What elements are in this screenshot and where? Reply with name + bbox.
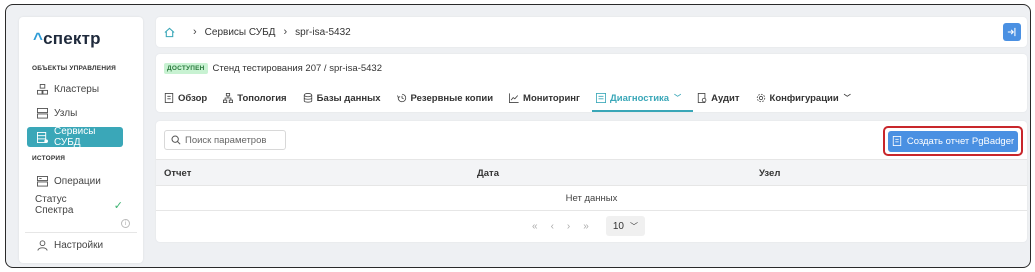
chart-icon: [509, 93, 519, 103]
sidebar-divider: [25, 232, 137, 233]
sidebar-item-settings[interactable]: Настройки: [27, 235, 123, 255]
button-label: Создать отчет PgBadger: [906, 135, 1015, 147]
tab-label: Топология: [237, 92, 287, 104]
sidebar-item-operations[interactable]: Операции: [27, 171, 123, 191]
sidebar-item-label: Настройки: [54, 239, 104, 251]
service-header: ДОСТУПЕН Стенд тестирования 207 / spr-is…: [156, 54, 1027, 112]
cluster-icon: [37, 83, 48, 95]
sidebar: ^спектр ОБЪЕКТЫ УПРАВЛЕНИЯ Кластеры Узлы…: [19, 17, 143, 263]
chevron-down-icon: ﹀: [674, 95, 682, 102]
sidebar-item-nodes[interactable]: Узлы: [27, 103, 123, 123]
user-icon: [37, 239, 48, 251]
prev-page-button[interactable]: ‹: [551, 221, 554, 232]
search-field[interactable]: [164, 130, 286, 150]
app-window: ^спектр ОБЪЕКТЫ УПРАВЛЕНИЯ Кластеры Узлы…: [5, 4, 1031, 268]
info-icon[interactable]: i: [121, 219, 130, 228]
section-history-heading: ИСТОРИЯ: [32, 155, 66, 162]
document-icon: [164, 93, 174, 103]
app-logo[interactable]: ^спектр: [33, 29, 101, 49]
sidebar-item-label: Узлы: [54, 107, 78, 119]
page-size-select[interactable]: 10 ﹀: [605, 216, 645, 236]
tab-diagnostics[interactable]: Диагностика ﹀: [591, 87, 694, 112]
sidebar-item-dbms-services[interactable]: Сервисы СУБД: [27, 126, 123, 148]
tab-topology[interactable]: Топология: [223, 87, 294, 109]
sidebar-item-spectr-status[interactable]: Статус Спектра ✓: [27, 194, 123, 216]
tab-label: Мониторинг: [523, 92, 580, 104]
pagination: « ‹ › » 10 ﹀: [532, 216, 645, 236]
chevron-right-icon: ›: [193, 26, 197, 38]
column-header-date[interactable]: Дата: [477, 168, 499, 179]
table-header: Отчет Дата Узел: [156, 159, 1027, 186]
tab-backups[interactable]: Резервные копии: [396, 87, 502, 109]
highlight-frame: Создать отчет PgBadger: [883, 126, 1023, 156]
section-objects-heading: ОБЪЕКТЫ УПРАВЛЕНИЯ: [32, 65, 116, 72]
tab-label: Базы данных: [316, 92, 381, 104]
first-page-button[interactable]: «: [532, 221, 538, 232]
check-icon: ✓: [113, 199, 123, 212]
tab-label: Резервные копии: [410, 92, 494, 104]
chevron-right-icon: ›: [283, 26, 288, 38]
last-page-button[interactable]: »: [583, 221, 589, 232]
chevron-down-icon: ﹀: [629, 221, 638, 231]
sidebar-item-clusters[interactable]: Кластеры: [27, 79, 123, 99]
breadcrumb-item[interactable]: Сервисы СУБД: [205, 27, 276, 38]
chevron-down-icon: ﹀: [843, 95, 851, 102]
tab-configurations[interactable]: Конфигурации ﹀: [756, 87, 859, 109]
gear-icon: [756, 93, 765, 103]
sidebar-item-label: Сервисы СУБД: [54, 126, 96, 148]
database-icon: [37, 131, 48, 143]
logout-button[interactable]: [1003, 23, 1021, 41]
tab-label: Конфигурации: [769, 92, 839, 104]
tab-monitoring[interactable]: Мониторинг: [509, 87, 588, 109]
sidebar-item-label: Кластеры: [54, 83, 99, 95]
tab-label: Диагностика: [610, 92, 670, 104]
topology-icon: [223, 93, 234, 103]
breadcrumb-item-current: spr-isa-5432: [295, 26, 351, 38]
tab-bar: Обзор Топология Базы данных Резервные ко…: [164, 87, 867, 112]
sidebar-item-label: Статус Спектра: [35, 194, 74, 216]
column-header-report[interactable]: Отчет: [164, 168, 191, 179]
home-icon[interactable]: [164, 27, 175, 38]
page-title: Стенд тестирования 207 / spr-isa-5432: [212, 63, 382, 74]
tab-overview[interactable]: Обзор: [164, 87, 215, 109]
sidebar-item-label: Операции: [54, 175, 101, 187]
empty-state: Нет данных: [156, 186, 1027, 211]
diagnostics-icon: [596, 93, 606, 103]
server-icon: [37, 107, 48, 119]
logout-icon: [1007, 27, 1016, 37]
tab-audit[interactable]: Аудит: [697, 87, 747, 109]
database-icon: [303, 93, 312, 103]
next-page-button[interactable]: ›: [567, 221, 570, 232]
breadcrumb: › Сервисы СУБД › spr-isa-5432: [156, 17, 1027, 47]
audit-icon: [697, 93, 707, 103]
document-icon: [892, 136, 901, 146]
operations-icon: [37, 175, 48, 187]
tab-label: Обзор: [178, 92, 208, 104]
status-badge: ДОСТУПЕН: [164, 63, 208, 74]
backup-icon: [396, 93, 406, 103]
search-input[interactable]: [185, 134, 281, 146]
reports-panel: Создать отчет PgBadger Отчет Дата Узел Н…: [156, 121, 1027, 242]
tab-label: Аудит: [711, 92, 740, 104]
create-pgbadger-report-button[interactable]: Создать отчет PgBadger: [888, 130, 1018, 152]
page-size-value: 10: [612, 220, 624, 232]
search-icon: [171, 135, 181, 145]
tab-databases[interactable]: Базы данных: [303, 87, 389, 109]
column-header-node[interactable]: Узел: [759, 168, 780, 179]
